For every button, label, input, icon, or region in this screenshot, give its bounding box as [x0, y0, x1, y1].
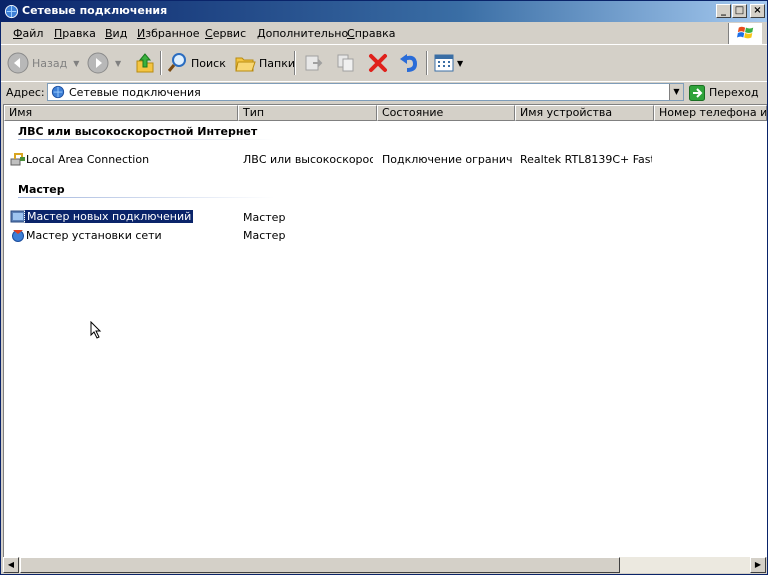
menu-tools[interactable]: Сервис [205, 27, 246, 40]
group-header-wizard: Мастер [18, 183, 65, 196]
views-dropdown-icon: ▼ [457, 58, 464, 68]
folders-icon [235, 57, 256, 72]
item-type: ЛВС или высокоскорос... [243, 153, 373, 166]
back-dropdown-icon: ▼ [73, 58, 80, 68]
go-button[interactable]: Переход [689, 84, 759, 101]
item-name: Мастер установки сети [26, 229, 162, 242]
column-header-row: Имя Тип Состояние Имя устройства Номер т… [4, 105, 767, 121]
search-button[interactable]: Поиск [166, 50, 226, 76]
item-device: Realtek RTL8139C+ Fast... [520, 153, 652, 166]
column-header-type[interactable]: Тип [238, 105, 377, 121]
toolbar-separator [294, 51, 296, 75]
address-input[interactable]: Сетевые подключения ▼ [47, 83, 684, 101]
forward-arrow-icon [87, 52, 109, 74]
delete-x-icon [369, 54, 387, 72]
go-arrow-icon [689, 84, 705, 101]
item-name: Мастер новых подключений [23, 209, 195, 224]
lan-connection-icon [10, 153, 25, 166]
views-icon [434, 54, 454, 72]
address-bar: Адрес: Сетевые подключения ▼ Переход [1, 81, 767, 103]
back-arrow-icon [7, 52, 29, 74]
scroll-left-button[interactable]: ◀ [3, 557, 19, 573]
horizontal-scrollbar[interactable]: ◀ ▶ [3, 557, 766, 573]
mouse-cursor-icon [90, 321, 102, 339]
minimize-button[interactable]: _ [716, 4, 731, 18]
forward-button[interactable]: ▼ [87, 50, 121, 76]
forward-dropdown-icon: ▼ [115, 58, 122, 68]
menu-view[interactable]: Вид [105, 27, 127, 40]
delete-button[interactable] [367, 50, 389, 76]
group-divider [18, 197, 274, 198]
toolbar-separator [160, 51, 162, 75]
window-title: Сетевые подключения [22, 4, 168, 17]
up-folder-icon [136, 53, 154, 73]
menu-help[interactable]: Справка [347, 27, 395, 40]
address-value: Сетевые подключения [69, 86, 201, 99]
item-type: Мастер [243, 229, 286, 242]
maximize-button[interactable]: □ [732, 4, 747, 18]
menu-advanced[interactable]: Дополнительно [257, 27, 348, 40]
menu-edit[interactable]: Правка [54, 27, 96, 40]
copy-to-button[interactable] [335, 50, 357, 76]
views-button[interactable]: ▼ [433, 50, 463, 76]
move-to-icon [305, 55, 323, 71]
menu-bar: Файл Правка Вид Избранное Сервис Дополни… [1, 23, 767, 45]
item-type: Мастер [243, 211, 286, 224]
menu-file[interactable]: Файл [13, 27, 43, 40]
column-header-name[interactable]: Имя [4, 105, 238, 121]
column-header-status[interactable]: Состояние [377, 105, 515, 121]
file-list-view[interactable]: Имя Тип Состояние Имя устройства Номер т… [3, 104, 767, 557]
move-to-button[interactable] [303, 50, 325, 76]
new-connection-wizard-icon [10, 210, 26, 223]
menu-favorites[interactable]: Избранное [137, 27, 199, 40]
column-header-phone[interactable]: Номер телефона или а [654, 105, 767, 121]
scroll-right-button[interactable]: ▶ [750, 557, 766, 573]
copy-to-icon [337, 54, 354, 72]
group-header-lan: ЛВС или высокоскоростной Интернет [18, 125, 258, 138]
column-header-device[interactable]: Имя устройства [515, 105, 654, 121]
toolbar-separator [426, 51, 428, 75]
back-button[interactable]: Назад ▼ [7, 50, 79, 76]
toolbar: Назад ▼ ▼ Поиск Папки ▼ [1, 45, 767, 82]
close-button[interactable]: × [750, 4, 765, 18]
network-connections-icon [4, 4, 19, 19]
undo-button[interactable] [398, 50, 420, 76]
group-divider [18, 139, 274, 140]
network-setup-wizard-icon [12, 230, 24, 242]
address-label: Адрес: [6, 86, 45, 99]
up-folder-button[interactable] [134, 50, 156, 76]
explorer-window: Сетевые подключения _ □ × Файл Правка Ви… [0, 0, 768, 575]
item-status: Подключение огранич... [382, 153, 512, 166]
windows-logo-icon [728, 23, 762, 44]
undo-icon [400, 54, 418, 72]
address-dropdown-button[interactable]: ▼ [669, 84, 683, 100]
search-icon [167, 53, 186, 72]
scrollbar-thumb[interactable] [20, 557, 620, 573]
folders-button[interactable]: Папки [234, 50, 295, 76]
item-name: Local Area Connection [26, 153, 150, 166]
title-bar[interactable]: Сетевые подключения _ □ × [1, 1, 767, 22]
network-connections-icon [51, 85, 65, 99]
